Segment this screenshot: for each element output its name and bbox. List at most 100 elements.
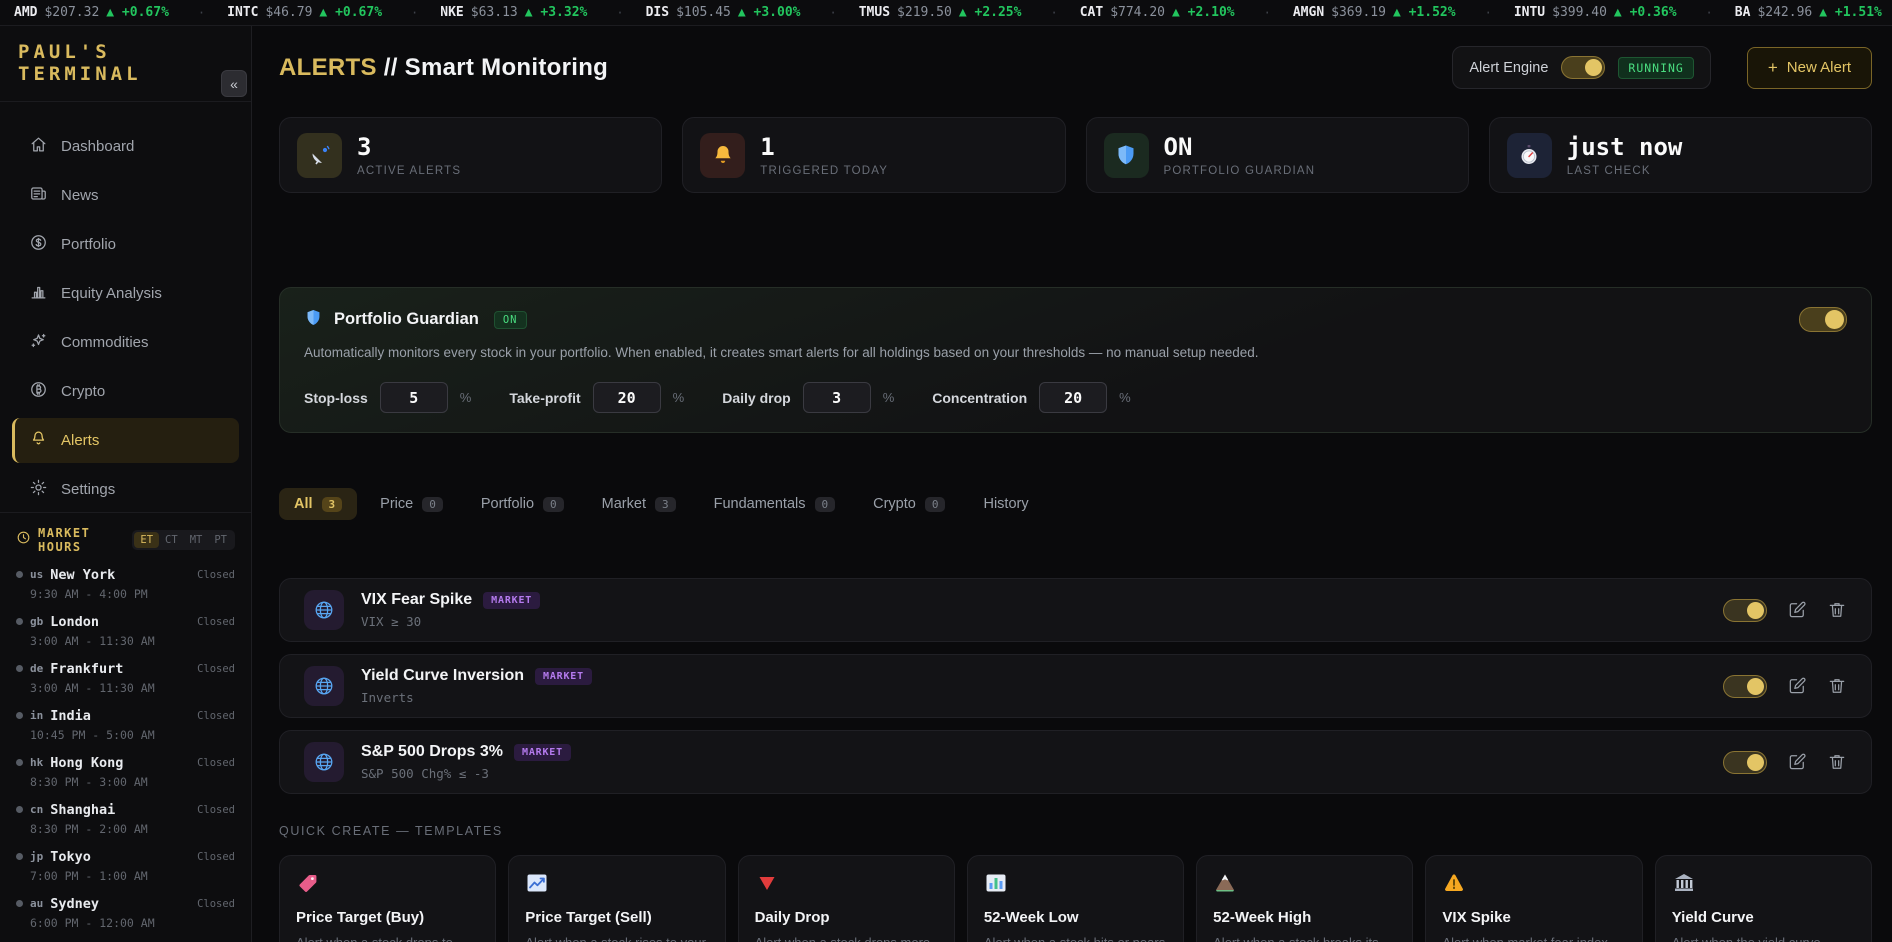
main-content: ALERTS // Smart Monitoring Alert Engine …: [252, 26, 1892, 942]
edit-icon[interactable]: [1787, 600, 1807, 620]
sidebar-collapse-button[interactable]: «: [221, 70, 247, 97]
stat-value: 1: [760, 133, 888, 161]
tab-count: 0: [815, 497, 836, 512]
ticker-price: $369.19: [1331, 5, 1386, 20]
guardian-description: Automatically monitors every stock in yo…: [304, 345, 1847, 360]
ticker-price: $219.50: [897, 5, 952, 20]
template-daily-drop[interactable]: Daily Drop Alert when a stock drops more…: [738, 855, 955, 942]
alert-row-vix-fear-spike[interactable]: VIX Fear Spike MARKET VIX ≥ 30: [279, 578, 1872, 642]
template-price-target-buy[interactable]: Price Target (Buy) Alert when a stock dr…: [279, 855, 496, 942]
template-desc: Alert when a stock drops more than X% in…: [755, 934, 938, 942]
sidebar-item-news[interactable]: News: [12, 173, 239, 218]
template-yield-curve[interactable]: Yield Curve Alert when the yield curve i…: [1655, 855, 1872, 942]
tz-tab-pt[interactable]: PT: [208, 532, 233, 548]
guardian-title: Portfolio Guardian: [334, 310, 479, 329]
tab-history[interactable]: History: [968, 488, 1043, 520]
alert-row-sp500-drops[interactable]: S&P 500 Drops 3% MARKET S&P 500 Chg% ≤ -…: [279, 730, 1872, 794]
template-name: VIX Spike: [1442, 909, 1625, 926]
edit-icon[interactable]: [1787, 676, 1807, 696]
gear-icon: [29, 478, 48, 501]
globe-icon: [304, 590, 344, 630]
market-hours-row: hkHong KongClosed 8:30 PM - 3:00 AM: [16, 755, 235, 789]
ticker-change: ▲ +0.67%: [106, 5, 169, 20]
ticker-symbol: NKE: [440, 5, 463, 20]
alert-toggle[interactable]: [1723, 751, 1767, 774]
alert-toggle[interactable]: [1723, 599, 1767, 622]
market-status: Closed: [197, 898, 235, 910]
globe-icon: [304, 666, 344, 706]
new-alert-label: New Alert: [1787, 59, 1851, 76]
market-status: Closed: [197, 616, 235, 628]
sidebar-item-label: Portfolio: [61, 236, 116, 253]
alert-title: VIX Fear Spike: [361, 591, 472, 609]
market-status: Closed: [197, 804, 235, 816]
alert-condition: VIX ≥ 30: [361, 614, 540, 629]
ticker-change: ▲ +3.32%: [525, 5, 588, 20]
alert-condition: S&P 500 Chg% ≤ -3: [361, 766, 571, 781]
market-hours-row: deFrankfurtClosed 3:00 AM - 11:30 AM: [16, 661, 235, 695]
sidebar-item-alerts[interactable]: Alerts: [12, 418, 239, 463]
sidebar-item-crypto[interactable]: Crypto: [12, 369, 239, 414]
engine-status-badge: RUNNING: [1618, 57, 1693, 79]
market-city: Frankfurt: [50, 661, 123, 677]
tab-label: Market: [602, 496, 646, 512]
tab-crypto[interactable]: Crypto0: [858, 488, 960, 520]
tz-tab-et[interactable]: ET: [134, 532, 159, 548]
sidebar-item-commodities[interactable]: Commodities: [12, 320, 239, 365]
tab-price[interactable]: Price0: [365, 488, 458, 520]
brand-row: PAUL'S TERMINAL: [0, 26, 251, 102]
stop-loss-input[interactable]: [380, 382, 448, 413]
ticker-price: $774.20: [1110, 5, 1165, 20]
sparkles-icon: [29, 331, 48, 354]
guardian-field-stop-loss: Stop-loss %: [304, 382, 471, 413]
alert-engine-box: Alert Engine RUNNING: [1452, 46, 1710, 89]
daily-drop-input[interactable]: [803, 382, 871, 413]
percent-suffix: %: [883, 390, 895, 405]
market-hours-range: 6:00 PM - 12:00 AM: [30, 916, 235, 930]
tab-fundamentals[interactable]: Fundamentals0: [699, 488, 851, 520]
sidebar-item-settings[interactable]: Settings: [12, 467, 239, 512]
alert-title: Yield Curve Inversion: [361, 667, 524, 685]
template-name: 52-Week Low: [984, 909, 1167, 926]
stopwatch-icon: [1507, 133, 1552, 178]
new-alert-button[interactable]: + New Alert: [1747, 47, 1872, 89]
edit-icon[interactable]: [1787, 752, 1807, 772]
take-profit-input[interactable]: [593, 382, 661, 413]
alert-engine-toggle[interactable]: [1561, 56, 1605, 79]
template-price-target-sell[interactable]: Price Target (Sell) Alert when a stock r…: [508, 855, 725, 942]
alert-row-yield-curve-inversion[interactable]: Yield Curve Inversion MARKET Inverts: [279, 654, 1872, 718]
market-status: Closed: [197, 663, 235, 675]
app-title: PAUL'S TERMINAL: [18, 41, 233, 85]
tz-tab-mt[interactable]: MT: [184, 532, 209, 548]
bar-chart-icon: [984, 871, 1167, 897]
delete-icon[interactable]: [1827, 600, 1847, 620]
page-title: ALERTS // Smart Monitoring: [279, 54, 608, 82]
delete-icon[interactable]: [1827, 752, 1847, 772]
template-vix-spike[interactable]: VIX Spike Alert when market fear index (…: [1425, 855, 1642, 942]
market-city: Tokyo: [50, 849, 91, 865]
market-hours-row: gbLondonClosed 3:00 AM - 11:30 AM: [16, 614, 235, 648]
template-52-week-high[interactable]: 52-Week High Alert when a stock breaks i…: [1196, 855, 1413, 942]
tab-market[interactable]: Market3: [587, 488, 691, 520]
tab-portfolio[interactable]: Portfolio0: [466, 488, 579, 520]
concentration-input[interactable]: [1039, 382, 1107, 413]
sidebar-item-equity-analysis[interactable]: Equity Analysis: [12, 271, 239, 316]
sidebar-item-label: News: [61, 187, 99, 204]
percent-suffix: %: [1119, 390, 1131, 405]
tab-count: 0: [422, 497, 443, 512]
tz-tab-ct[interactable]: CT: [159, 532, 184, 548]
delete-icon[interactable]: [1827, 676, 1847, 696]
alert-toggle[interactable]: [1723, 675, 1767, 698]
template-name: 52-Week High: [1213, 909, 1396, 926]
sidebar-item-label: Commodities: [61, 334, 149, 351]
tab-all[interactable]: All3: [279, 488, 357, 520]
sidebar-item-dashboard[interactable]: Dashboard: [12, 124, 239, 169]
filter-tabs: All3 Price0 Portfolio0 Market3 Fundament…: [279, 488, 1872, 520]
guardian-toggle[interactable]: [1799, 307, 1847, 332]
shield-icon: [304, 308, 323, 332]
country-code: gb: [30, 615, 43, 628]
sidebar-item-portfolio[interactable]: Portfolio: [12, 222, 239, 267]
template-52-week-low[interactable]: 52-Week Low Alert when a stock hits or n…: [967, 855, 1184, 942]
template-name: Yield Curve: [1672, 909, 1855, 926]
ticker-item: INTU$399.40▲ +0.36%: [1514, 5, 1735, 20]
